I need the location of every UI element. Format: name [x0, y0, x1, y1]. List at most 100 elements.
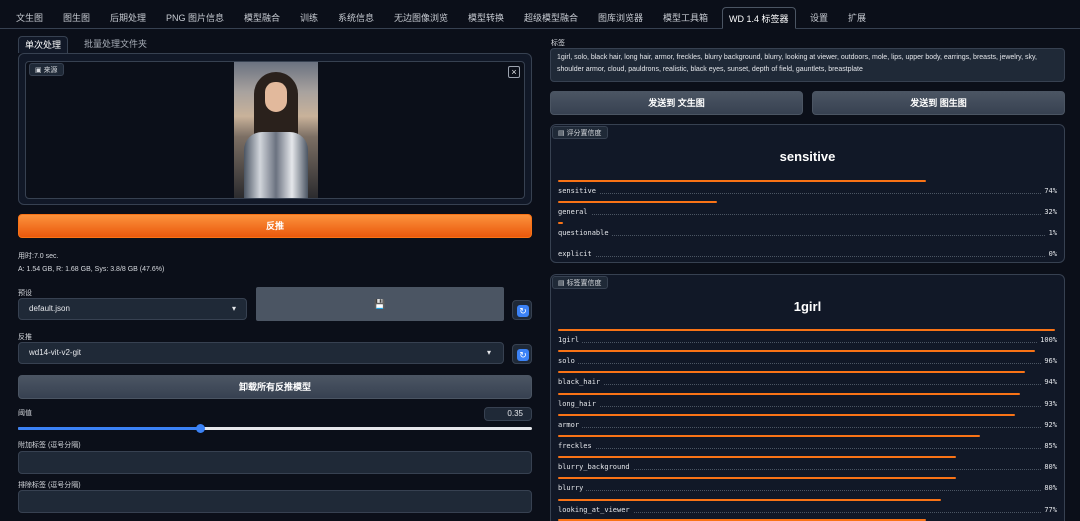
tab-11[interactable]: 模型工具箱	[657, 7, 714, 29]
tab-13[interactable]: 设置	[804, 7, 834, 29]
rating-percent: 1%	[1045, 229, 1057, 237]
close-icon[interactable]: ×	[508, 66, 520, 78]
tag-row: blurry 80%	[558, 477, 1057, 497]
tag-leader	[558, 448, 1057, 449]
rating-row: explicit 0%	[558, 243, 1057, 263]
tab-14[interactable]: 扩展	[842, 7, 872, 29]
tab-single-process[interactable]: 单次处理	[18, 36, 69, 53]
tag-percent: 100%	[1037, 336, 1057, 344]
tab-12[interactable]: WD 1.4 标签器	[722, 7, 796, 29]
tag-leader	[558, 490, 1057, 492]
rating-leader	[558, 235, 1057, 236]
rating-row: sensitive 74%	[558, 180, 1057, 200]
image-icon: ▣	[35, 67, 44, 74]
rating-row: general 32%	[558, 201, 1057, 221]
source-image-box[interactable]: ▣ 来源 ×	[25, 61, 525, 199]
rating-row: questionable 1%	[558, 222, 1057, 242]
tag-name: armor	[558, 420, 583, 429]
threshold-slider-fill	[18, 427, 200, 430]
rating-confidence-label: ▤ 评分置信度	[552, 126, 608, 139]
tag-leader	[558, 405, 1057, 407]
exclude-tags-input[interactable]	[18, 490, 532, 513]
source-label: ▣ 来源	[29, 63, 64, 76]
tab-2[interactable]: 后期处理	[104, 7, 152, 29]
rating-percent: 0%	[1045, 250, 1057, 258]
tag-bar	[558, 435, 980, 437]
tag-row: solo 96%	[558, 350, 1057, 370]
interrogate-button[interactable]: 反推	[18, 214, 532, 238]
time-text: 用时:7.0 sec.	[18, 253, 59, 260]
rating-percent: 32%	[1041, 208, 1057, 216]
preset-dropdown[interactable]: default.json ▾	[18, 298, 247, 320]
tag-row: black_hair 94%	[558, 371, 1057, 391]
tag-name: blurry_background	[558, 463, 633, 472]
tag-top-label: 1girl	[793, 299, 822, 314]
tag-bar	[558, 329, 1055, 331]
tags-output[interactable]: 1girl, solo, black hair, long hair, armo…	[550, 48, 1065, 82]
memory-text: A: 1.54 GB, R: 1.68 GB, Sys: 3.8/8 GB (4…	[18, 266, 165, 273]
tag-percent: 80%	[1041, 484, 1057, 493]
tab-1[interactable]: 图生图	[57, 7, 96, 29]
rating-name: sensitive	[558, 187, 599, 195]
additional-tags-label: 附加标签 (逗号分隔)	[18, 442, 81, 449]
tab-0[interactable]: 文生图	[10, 7, 49, 29]
tab-10[interactable]: 图库浏览器	[592, 7, 649, 29]
tag-name: long_hair	[558, 399, 599, 408]
tag-percent: 92%	[1041, 420, 1057, 429]
portrait-armor	[244, 132, 308, 198]
tag-confidence-text: 标签置信度	[566, 280, 602, 287]
rating-bar	[558, 180, 926, 182]
refresh-icon: ↻	[517, 349, 529, 361]
threshold-slider[interactable]	[18, 424, 532, 433]
tab-6[interactable]: 系统信息	[332, 7, 380, 29]
tag-leader	[558, 384, 1057, 386]
send-to-img2img-button[interactable]: 发送到 图生图	[812, 91, 1065, 115]
save-icon: 💾	[374, 299, 386, 309]
tab-9[interactable]: 超级模型融合	[518, 7, 584, 29]
additional-tags-input[interactable]	[18, 451, 532, 474]
send-to-txt2img-button[interactable]: 发送到 文生图	[550, 91, 803, 115]
rating-panel: ▤ 评分置信度 sensitive sensitive 74% general 32%…	[550, 124, 1065, 263]
tag-confidence-label: ▤ 标签置信度	[552, 276, 608, 289]
portrait-face	[265, 82, 287, 112]
rating-percent: 74%	[1041, 187, 1057, 195]
rating-leader	[558, 193, 1057, 194]
rating-name: general	[558, 208, 591, 216]
refresh-interrogator-button[interactable]: ↻	[512, 344, 532, 364]
rating-top-label: sensitive	[779, 149, 836, 164]
tab-3[interactable]: PNG 图片信息	[160, 7, 230, 29]
tag-percent: 77%	[1041, 505, 1057, 514]
tab-batch-folder[interactable]: 批量处理文件夹	[78, 36, 153, 53]
refresh-preset-button[interactable]: ↻	[512, 300, 532, 320]
tag-name: 1girl	[558, 336, 583, 344]
tag-percent: 80%	[1041, 463, 1057, 472]
tag-bar	[558, 392, 1020, 395]
tag-percent: 96%	[1041, 357, 1057, 366]
interrogator-dropdown[interactable]: wd14-vit-v2-git ▾	[18, 342, 504, 364]
chart-icon: ▤	[558, 130, 567, 137]
preset-label: 预设	[18, 290, 32, 297]
threshold-label: 阈值	[18, 410, 32, 417]
interrogator-value: wd14-vit-v2-git	[29, 348, 82, 357]
tab-8[interactable]: 模型转换	[462, 7, 510, 29]
tag-leader	[558, 469, 1057, 471]
tags-label: 标签	[551, 40, 565, 47]
unload-models-button[interactable]: 卸载所有反推模型	[18, 375, 532, 399]
threshold-slider-thumb[interactable]	[196, 424, 205, 433]
tag-row: looking_at_viewer 77%	[558, 498, 1057, 519]
exclude-tags-label: 排除标签 (逗号分隔)	[18, 482, 81, 489]
rating-bar	[558, 201, 717, 203]
tag-percent: 93%	[1041, 399, 1057, 408]
tab-7[interactable]: 无边图像浏览	[388, 7, 454, 29]
tag-row: blurry_background 80%	[558, 456, 1057, 476]
tag-name: black_hair	[558, 378, 604, 387]
threshold-number-input[interactable]: 0.35	[484, 407, 532, 421]
rating-confidence-text: 评分置信度	[566, 130, 602, 137]
tab-5[interactable]: 训练	[294, 7, 324, 29]
chart-icon: ▤	[558, 280, 567, 287]
save-preset-button[interactable]: 💾	[256, 287, 504, 321]
tag-name: freckles	[558, 442, 595, 450]
tag-leader	[558, 426, 1057, 428]
tag-bar	[558, 413, 1015, 416]
tab-4[interactable]: 模型融合	[238, 7, 286, 29]
